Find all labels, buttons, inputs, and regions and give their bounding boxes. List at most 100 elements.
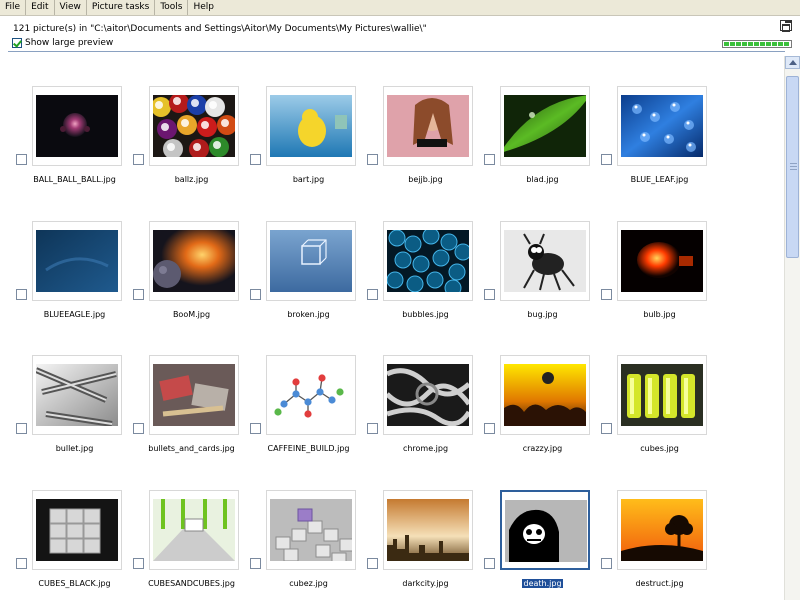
thumbnail-item[interactable]: crazzy.jpg (484, 355, 601, 473)
thumbnail-item[interactable]: CAFFEINE_BUILD.jpg (250, 355, 367, 473)
thumbnail-checkbox[interactable] (601, 423, 612, 434)
thumbnail-checkbox[interactable] (367, 154, 378, 165)
thumbnail-checkbox[interactable] (250, 423, 261, 434)
cartoon-picture-icon[interactable] (270, 95, 352, 157)
thumbnail-frame[interactable] (266, 355, 356, 435)
thumbnail-checkbox[interactable] (133, 289, 144, 300)
thumbnail-frame[interactable] (617, 221, 707, 301)
dark-city-picture-icon[interactable] (387, 499, 469, 561)
reaper-picture-icon[interactable] (505, 500, 587, 562)
thumbnail-frame[interactable] (266, 490, 356, 570)
thumbnail-item[interactable]: bullets_and_cards.jpg (133, 355, 250, 473)
thumbnail-frame[interactable] (266, 86, 356, 166)
thumbnail-item[interactable]: BLUEEAGLE.jpg (16, 221, 133, 339)
thumbnail-item[interactable]: BALL_BALL_BALL.jpg (16, 86, 133, 204)
thumbnail-item[interactable]: bejjb.jpg (367, 86, 484, 204)
sunset-tree-picture-icon[interactable] (621, 499, 703, 561)
thumbnail-checkbox[interactable] (250, 558, 261, 569)
pink-ball-picture-icon[interactable] (36, 95, 118, 157)
thumbnail-checkbox[interactable] (484, 558, 495, 569)
thumbnail-item[interactable]: death.jpg (484, 490, 601, 608)
scroll-up-arrow-icon[interactable] (785, 56, 800, 69)
show-large-preview-toggle[interactable]: Show large preview (12, 38, 113, 48)
menu-tools[interactable]: Tools (155, 0, 189, 15)
billiard-balls-picture-icon[interactable] (153, 95, 235, 157)
yellow-cubes-picture-icon[interactable] (621, 364, 703, 426)
blue-leaf-picture-icon[interactable] (621, 95, 703, 157)
glowing-bulb-picture-icon[interactable] (621, 230, 703, 292)
molecule-picture-icon[interactable] (270, 364, 352, 426)
blue-texture-picture-icon[interactable] (36, 230, 118, 292)
thumbnail-frame[interactable] (500, 355, 590, 435)
thumbnail-checkbox[interactable] (133, 558, 144, 569)
thumbnail-frame[interactable] (500, 86, 590, 166)
bubbles-picture-icon[interactable] (387, 230, 469, 292)
metal-rods-picture-icon[interactable] (36, 364, 118, 426)
vertical-scrollbar[interactable] (784, 56, 800, 600)
thumbnail-frame[interactable] (32, 86, 122, 166)
thumbnail-checkbox[interactable] (133, 154, 144, 165)
thumbnail-frame[interactable] (617, 355, 707, 435)
menu-picture-tasks[interactable]: Picture tasks (87, 0, 156, 15)
thumbnail-item[interactable]: bubbles.jpg (367, 221, 484, 339)
thumbnail-item[interactable]: bullet.jpg (16, 355, 133, 473)
thumbnail-item[interactable]: cubez.jpg (250, 490, 367, 608)
menu-edit[interactable]: Edit (26, 0, 55, 15)
thumbnail-checkbox[interactable] (367, 423, 378, 434)
portrait-picture-icon[interactable] (387, 95, 469, 157)
thumbnail-frame[interactable] (32, 221, 122, 301)
thumbnail-frame[interactable] (266, 221, 356, 301)
thumbnail-checkbox[interactable] (250, 154, 261, 165)
thumbnail-checkbox[interactable] (601, 558, 612, 569)
thumbnail-item[interactable]: blad.jpg (484, 86, 601, 204)
thumbnail-frame[interactable] (149, 221, 239, 301)
thumbnail-item[interactable]: bulb.jpg (601, 221, 718, 339)
scrollbar-thumb[interactable] (786, 76, 799, 258)
green-leaf-picture-icon[interactable] (504, 95, 586, 157)
thumbnail-frame[interactable] (500, 490, 590, 570)
thumbnail-item[interactable]: CUBES_BLACK.jpg (16, 490, 133, 608)
menu-file[interactable]: File (0, 0, 27, 15)
thumbnail-checkbox[interactable] (367, 558, 378, 569)
white-cubes-picture-icon[interactable] (36, 499, 118, 561)
thumbnail-frame[interactable] (383, 490, 473, 570)
thumbnail-frame[interactable] (149, 490, 239, 570)
thumbnail-item[interactable]: bart.jpg (250, 86, 367, 204)
thumbnail-checkbox[interactable] (16, 154, 27, 165)
explosion-picture-icon[interactable] (153, 230, 235, 292)
thumbnail-item[interactable]: ballz.jpg (133, 86, 250, 204)
thumbnail-frame[interactable] (32, 355, 122, 435)
thumbnail-checkbox[interactable] (367, 289, 378, 300)
thumbnail-checkbox[interactable] (484, 289, 495, 300)
thumbnail-frame[interactable] (32, 490, 122, 570)
thumbnail-item[interactable]: BLUE_LEAF.jpg (601, 86, 718, 204)
thumbnail-item[interactable]: BooM.jpg (133, 221, 250, 339)
thumbnail-item[interactable]: CUBESANDCUBES.jpg (133, 490, 250, 608)
thumbnail-checkbox[interactable] (16, 423, 27, 434)
thumbnail-checkbox[interactable] (16, 289, 27, 300)
thumbnail-frame[interactable] (149, 86, 239, 166)
glass-cube-picture-icon[interactable] (270, 230, 352, 292)
ant-picture-icon[interactable] (504, 230, 586, 292)
thumbnail-checkbox[interactable] (601, 289, 612, 300)
thumbnail-frame[interactable] (149, 355, 239, 435)
thumbnail-frame[interactable] (500, 221, 590, 301)
thumbnail-frame[interactable] (383, 86, 473, 166)
checkbox-checked-icon[interactable] (12, 38, 22, 48)
bullets-picture-icon[interactable] (153, 364, 235, 426)
thumbnail-checkbox[interactable] (250, 289, 261, 300)
chrome-picture-icon[interactable] (387, 364, 469, 426)
green-cubes-picture-icon[interactable] (153, 499, 235, 561)
menu-view[interactable]: View (55, 0, 87, 15)
restore-window-icon[interactable] (780, 20, 792, 32)
thumbnail-frame[interactable] (383, 355, 473, 435)
menu-help[interactable]: Help (188, 0, 219, 15)
thumbnail-checkbox[interactable] (601, 154, 612, 165)
thumbnail-checkbox[interactable] (484, 423, 495, 434)
thumbnail-frame[interactable] (617, 86, 707, 166)
thumbnail-checkbox[interactable] (133, 423, 144, 434)
thumbnail-frame[interactable] (383, 221, 473, 301)
thumbnail-frame[interactable] (617, 490, 707, 570)
grunge-picture-icon[interactable] (504, 364, 586, 426)
thumbnail-item[interactable]: chrome.jpg (367, 355, 484, 473)
